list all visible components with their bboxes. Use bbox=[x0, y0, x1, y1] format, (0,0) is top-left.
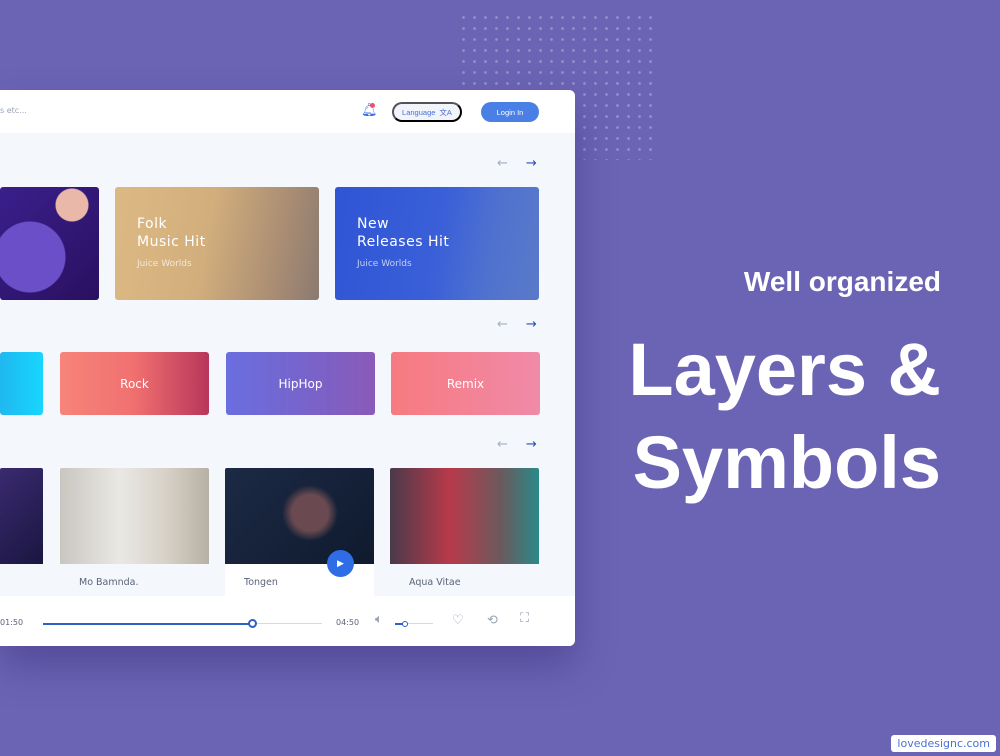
card-title-line: Releases Hit bbox=[357, 234, 450, 250]
track-caption bbox=[0, 564, 43, 596]
track-photo-aqua-vitae[interactable] bbox=[390, 468, 539, 564]
play-icon: ▶ bbox=[337, 558, 344, 569]
prev-arrow-icon[interactable]: ← bbox=[497, 317, 508, 332]
genres-nav: ← → bbox=[497, 317, 537, 332]
notification-dot bbox=[370, 103, 375, 108]
top-bar: s etc... 🔔︎ Language 文A Login In bbox=[0, 90, 575, 133]
genre-card-remix[interactable]: Remix bbox=[391, 352, 540, 415]
next-arrow-icon[interactable]: → bbox=[526, 317, 537, 332]
card-subtitle: Juice Worlds bbox=[357, 259, 412, 269]
promo-title-line1: Layers & bbox=[628, 328, 941, 411]
watermark: lovedesignc.com bbox=[891, 735, 996, 752]
prev-arrow-icon[interactable]: ← bbox=[497, 437, 508, 452]
featured-card-folk[interactable]: Folk Music Hit Juice Worlds bbox=[115, 187, 319, 300]
player-bar: 01:50 04:50 🔈︎ ♡ ⟲ ⛶ bbox=[0, 596, 575, 646]
volume-knob[interactable] bbox=[401, 620, 408, 627]
fullscreen-icon[interactable]: ⛶ bbox=[520, 611, 529, 626]
heart-icon[interactable]: ♡ bbox=[452, 613, 464, 628]
track-photo-tongen[interactable] bbox=[225, 468, 374, 564]
featured-card-microphone[interactable] bbox=[0, 187, 99, 300]
track-photo[interactable] bbox=[0, 468, 43, 564]
music-app-window: s etc... 🔔︎ Language 文A Login In ← → Folk M… bbox=[0, 90, 575, 646]
card-title-line: New bbox=[357, 216, 390, 232]
language-button[interactable]: Language 文A bbox=[392, 102, 462, 122]
featured-nav: ← → bbox=[497, 156, 537, 171]
genre-card-rock[interactable]: Rock bbox=[60, 352, 209, 415]
repeat-icon[interactable]: ⟲ bbox=[487, 613, 498, 628]
login-button[interactable]: Login In bbox=[481, 102, 539, 122]
progress-slider[interactable] bbox=[43, 619, 322, 628]
tracks-nav: ← → bbox=[497, 437, 537, 452]
track-photo-mo-bamnda[interactable] bbox=[60, 468, 209, 564]
featured-card-new-releases[interactable]: New Releases Hit Juice Worlds bbox=[335, 187, 539, 300]
bell-icon[interactable]: 🔔︎ bbox=[361, 103, 378, 119]
search-input[interactable]: s etc... bbox=[0, 106, 27, 115]
volume-icon[interactable]: 🔈︎ bbox=[375, 612, 383, 627]
card-subtitle: Juice Worlds bbox=[137, 259, 192, 269]
promo-title-line2: Symbols bbox=[632, 421, 941, 504]
elapsed-time: 01:50 bbox=[0, 618, 24, 627]
language-label: Language bbox=[402, 107, 436, 117]
track-name: Mo Bamnda. bbox=[79, 577, 139, 588]
play-button[interactable]: ▶ bbox=[327, 550, 354, 577]
genre-card-hiphop[interactable]: HipHop bbox=[226, 352, 375, 415]
track-name: Aqua Vitae bbox=[409, 577, 461, 588]
next-arrow-icon[interactable]: → bbox=[526, 156, 537, 171]
genre-card[interactable] bbox=[0, 352, 43, 415]
prev-arrow-icon[interactable]: ← bbox=[497, 156, 508, 171]
card-title-line: Folk bbox=[137, 216, 168, 232]
next-arrow-icon[interactable]: → bbox=[526, 437, 537, 452]
progress-fill bbox=[43, 622, 253, 625]
card-title-line: Music Hit bbox=[137, 234, 206, 250]
promo-subtitle: Well organized bbox=[743, 266, 941, 297]
duration-time: 04:50 bbox=[336, 618, 360, 627]
translate-icon: 文A bbox=[439, 107, 452, 117]
volume-slider[interactable] bbox=[395, 620, 433, 627]
progress-knob[interactable] bbox=[247, 619, 257, 628]
